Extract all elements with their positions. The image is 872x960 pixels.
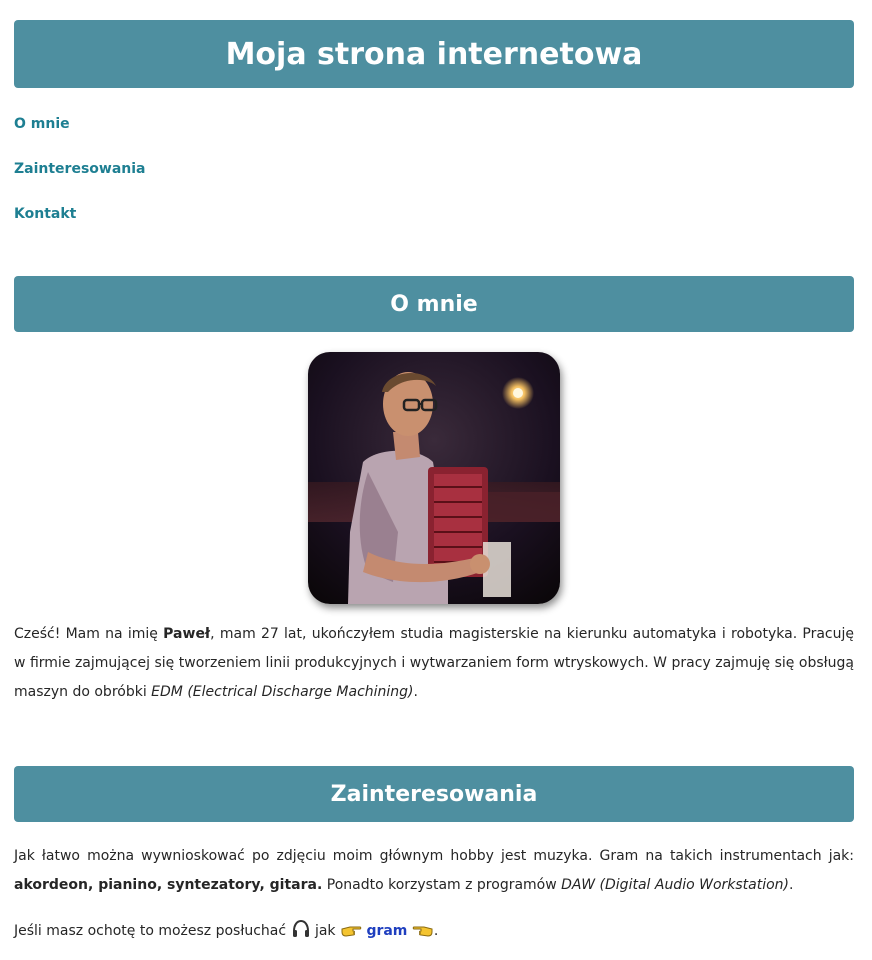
gram-link[interactable]: gram: [366, 923, 407, 939]
accordion-player-image: [308, 352, 560, 604]
pointing-right-hand-icon: [340, 921, 362, 950]
listen-text-intro: Jeśli masz ochotę to możesz posłuchać: [14, 923, 291, 939]
interests-text-intro: Jak łatwo można wywnioskować po zdjęciu …: [14, 848, 854, 864]
interests-instruments: akordeon, pianino, syntezatory, gitara.: [14, 877, 323, 893]
nav-link-zainteresowania[interactable]: Zainteresowania: [14, 161, 146, 177]
nav-link-kontakt[interactable]: Kontakt: [14, 206, 76, 222]
about-edm: EDM (Electrical Discharge Machining): [151, 684, 414, 700]
page-title: Moja strona internetowa: [225, 36, 643, 72]
nav-link-o-mnie[interactable]: O mnie: [14, 116, 70, 132]
interests-heading-text: Zainteresowania: [330, 781, 538, 807]
about-text-end: .: [413, 684, 418, 700]
interests-daw: DAW (Digital Audio Workstation): [561, 877, 790, 893]
profile-photo: [308, 352, 560, 604]
about-heading-text: O mnie: [390, 291, 478, 317]
interests-section-heading: Zainteresowania: [14, 766, 854, 822]
interests-paragraph-1: Jak łatwo można wywnioskować po zdjęciu …: [14, 842, 854, 900]
page-title-banner: Moja strona internetowa: [14, 20, 854, 88]
about-text-intro: Cześć! Mam na imię: [14, 626, 164, 642]
headphones-icon: [291, 919, 311, 950]
about-name: Paweł: [163, 626, 211, 642]
interests-text-mid: Ponadto korzystam z programów: [322, 877, 562, 893]
interests-text-end: .: [789, 877, 794, 893]
listen-text-mid: jak: [310, 923, 340, 939]
pointing-left-hand-icon: [412, 921, 434, 950]
interests-paragraph-2: Jeśli masz ochotę to możesz posłuchać ja…: [14, 917, 854, 950]
about-paragraph: Cześć! Mam na imię Paweł, mam 27 lat, uk…: [14, 620, 854, 707]
about-section-heading: O mnie: [14, 276, 854, 332]
listen-text-end: .: [433, 923, 439, 939]
